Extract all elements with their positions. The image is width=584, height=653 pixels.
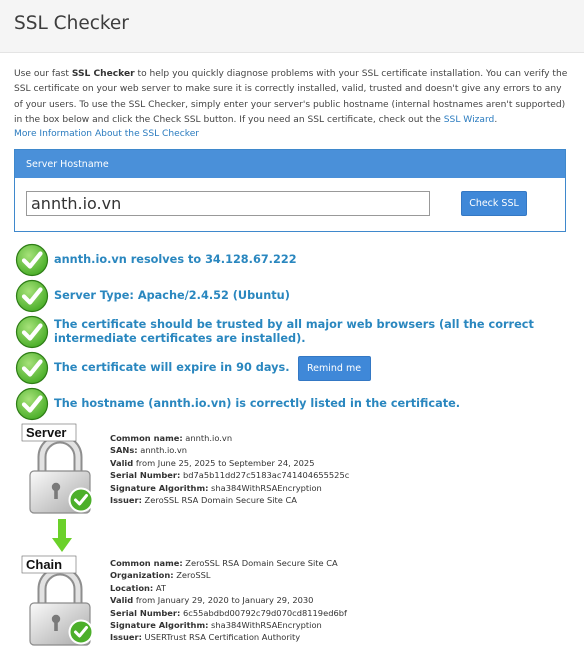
result-text: annth.io.vn resolves to 34.128.67.222: [54, 253, 297, 266]
svg-text:Chain: Chain: [26, 557, 62, 572]
green-check-icon: [15, 243, 49, 277]
result-row: Server Type: Apache/2.4.52 (Ubuntu): [15, 279, 290, 313]
result-text: The hostname (annth.io.vn) is correctly …: [54, 397, 461, 410]
remind-me-button[interactable]: Remind me: [297, 355, 371, 381]
intro-text: Use our fast: [14, 69, 72, 79]
cert-field-value: from January 29, 2020 to January 29, 203…: [133, 595, 314, 606]
svg-text:Server: Server: [26, 425, 66, 440]
cert-field-value: ZeroSSL RSA Domain Secure Site CA: [182, 558, 338, 568]
green-check-icon: [15, 315, 49, 349]
cert-field-label: Issuer:: [110, 495, 142, 506]
cert-field-label: Serial Number:: [110, 470, 181, 481]
cert-field-label: Issuer:: [110, 632, 142, 643]
page-title: SSL Checker: [14, 13, 129, 34]
cert-field: Common name: annth.io.vn: [110, 432, 349, 444]
cert-field-label: Common name:: [110, 433, 183, 443]
ssl-wizard-link[interactable]: SSL Wizard: [444, 115, 495, 125]
cert-field-value: from June 25, 2025 to September 24, 2025: [133, 457, 315, 468]
cert-field-label: Common name:: [110, 558, 183, 568]
cert-field: Valid from June 25, 2025 to September 24…: [110, 457, 349, 469]
cert-field: Serial Number: 6c55abdbd00792c79d070cd81…: [110, 607, 347, 619]
intro-text-3: .: [494, 115, 498, 126]
cert-field-label: SANs:: [110, 445, 138, 456]
cert-field: Issuer: ZeroSSL RSA Domain Secure Site C…: [110, 494, 349, 506]
cert-field-label: Signature Algorithm:: [110, 620, 209, 631]
cert-field-value: bd7a5b11dd27c5183ac741404655525c: [180, 470, 350, 481]
cert-field-value: annth.io.vn: [137, 445, 188, 456]
cert-field-label: Valid: [110, 457, 134, 468]
cert-field: SANs: annth.io.vn: [110, 444, 349, 456]
intro-paragraph: Use our fast SSL Checker to help you qui…: [14, 67, 570, 129]
cert-field-label: Organization:: [110, 570, 174, 581]
cert-field-value: sha384WithRSAEncryption: [208, 482, 322, 493]
padlock-check-icon: Chain: [21, 555, 94, 646]
cert-field-label: Serial Number:: [110, 607, 181, 618]
cert-field-value: ZeroSSL RSA Domain Secure Site CA: [141, 495, 297, 506]
result-row: The hostname (annth.io.vn) is correctly …: [15, 387, 460, 421]
cert-field-value: 6c55abdbd00792c79d070cd8119ed6bf: [180, 607, 347, 618]
cert-field: Signature Algorithm: sha384WithRSAEncryp…: [110, 482, 349, 494]
result-row: annth.io.vn resolves to 34.128.67.222: [15, 243, 297, 277]
result-row: The certificate should be trusted by all…: [15, 315, 569, 349]
green-down-arrow-icon: [52, 519, 72, 552]
result-text: The certificate will expire in 90 days.: [54, 361, 290, 374]
cert-field-value: AT: [153, 582, 166, 593]
cert-field-label: Valid: [110, 595, 134, 606]
check-ssl-button[interactable]: Check SSL: [461, 191, 527, 216]
cert-field: Organization: ZeroSSL: [110, 569, 347, 581]
cert-field-value: annth.io.vn: [182, 433, 233, 443]
page-header: SSL Checker: [0, 0, 584, 53]
cert-field-value: ZeroSSL: [173, 570, 211, 581]
cert-field: Issuer: USERTrust RSA Certification Auth…: [110, 631, 347, 643]
cert-field: Valid from January 29, 2020 to January 2…: [110, 594, 347, 606]
result-text: Server Type: Apache/2.4.52 (Ubuntu): [54, 289, 290, 302]
cert-field: Location: AT: [110, 582, 347, 594]
cert-field-value: USERTrust RSA Certification Authority: [141, 632, 301, 643]
result-text: The certificate should be trusted by all…: [54, 318, 534, 345]
server-cert-details: Common name: annth.io.vn SANs: annth.io.v…: [110, 432, 349, 506]
hostname-panel: Server Hostname Check SSL: [14, 149, 566, 232]
green-check-icon: [15, 351, 49, 385]
hostname-input[interactable]: [26, 191, 430, 216]
cert-field-label: Signature Algorithm:: [110, 482, 209, 493]
more-info-link[interactable]: More Information About the SSL Checker: [14, 129, 199, 139]
intro-bold: SSL Checker: [71, 69, 135, 79]
cert-field: Signature Algorithm: sha384WithRSAEncryp…: [110, 619, 347, 631]
padlock-check-icon: Server: [21, 423, 94, 514]
green-check-icon: [15, 279, 49, 313]
cert-field-value: sha384WithRSAEncryption: [208, 620, 322, 631]
green-check-icon: [15, 387, 49, 421]
panel-header: Server Hostname: [15, 150, 565, 178]
cert-field: Serial Number: bd7a5b11dd27c5183ac741404…: [110, 469, 349, 481]
cert-field-label: Location:: [110, 582, 154, 593]
chain-cert-details: Common name: ZeroSSL RSA Domain Secure S…: [110, 557, 347, 644]
cert-field: Common name: ZeroSSL RSA Domain Secure S…: [110, 557, 347, 569]
result-row: The certificate will expire in 90 days. R…: [15, 351, 371, 385]
